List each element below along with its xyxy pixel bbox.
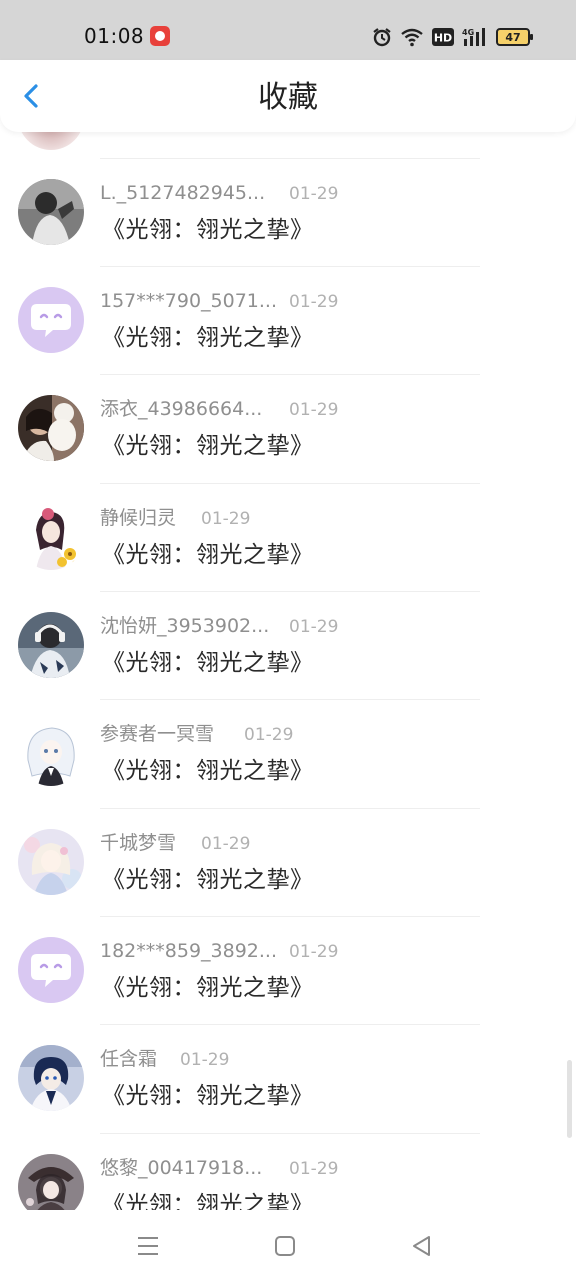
avatar — [18, 287, 84, 353]
item-title[interactable]: 《光翎：翎光之挚》 — [102, 215, 314, 245]
item-title[interactable]: 《光翎：翎光之挚》 — [102, 648, 314, 678]
list-item[interactable]: 182***859_3892... 01-29 《光翎：翎光之挚》 — [0, 917, 576, 1025]
item-name: 静候归灵 — [100, 507, 177, 529]
item-title[interactable]: 《光翎：翎光之挚》 — [102, 323, 314, 353]
scrollbar-thumb[interactable] — [567, 1060, 572, 1138]
item-date: 01-29 — [289, 400, 339, 420]
header: 收藏 — [0, 60, 576, 132]
4g-signal-icon: 4G — [462, 28, 485, 46]
battery-icon: 47 — [496, 28, 533, 46]
avatar — [18, 1045, 84, 1111]
item-name: 沈怡妍_3953902... — [100, 615, 270, 637]
avatar — [18, 179, 84, 245]
item-name: L._5127482945... — [100, 182, 266, 204]
list-item[interactable]: 157***790_5071... 01-29 《光翎：翎光之挚》 — [0, 267, 576, 375]
item-name: 参赛者一冥雪 — [100, 723, 215, 745]
item-title[interactable]: 《光翎：翎光之挚》 — [102, 540, 314, 570]
avatar — [18, 132, 84, 150]
list-item[interactable]: 沈怡妍_3953902... 01-29 《光翎：翎光之挚》 — [0, 592, 576, 700]
back-triangle-icon[interactable] — [408, 1232, 436, 1260]
item-date: 01-29 — [201, 509, 251, 529]
svg-text:4G: 4G — [462, 28, 474, 37]
avatar — [18, 395, 84, 461]
avatar — [18, 937, 84, 1003]
system-nav-bar — [0, 1210, 576, 1280]
item-name: 添衣_43986664... — [100, 398, 263, 420]
item-date: 01-29 — [180, 1050, 230, 1070]
menu-icon[interactable] — [134, 1232, 162, 1260]
list-item[interactable]: 悠黎_00417918... 01-29 《光翎：翎光之挚》 — [0, 1134, 576, 1210]
page-title: 收藏 — [258, 80, 318, 115]
status-icons: HD 4G 47 — [372, 26, 533, 48]
list-item[interactable]: L._5127482945... 01-29 《光翎：翎光之挚》 — [0, 159, 576, 267]
list-item[interactable]: 参赛者一冥雪 01-29 《光翎：翎光之挚》 — [0, 700, 576, 808]
list-item[interactable]: 添衣_43986664... 01-29 《光翎：翎光之挚》 — [0, 375, 576, 483]
status-time: 01:08 — [84, 24, 145, 48]
item-date: 01-29 — [289, 617, 339, 637]
item-name: 任含霜 — [100, 1048, 158, 1070]
app-notification-icon — [150, 26, 170, 46]
item-date: 01-29 — [289, 942, 339, 962]
item-name: 悠黎_00417918... — [100, 1157, 263, 1179]
hd-icon: HD — [432, 28, 454, 46]
item-date: 01-29 — [201, 834, 251, 854]
list-item[interactable]: 千城梦雪 01-29 《光翎：翎光之挚》 — [0, 809, 576, 917]
alarm-icon — [373, 28, 391, 47]
default-chat-icon — [31, 304, 71, 337]
list-item[interactable]: 静候归灵 01-29 《光翎：翎光之挚》 — [0, 484, 576, 592]
home-square-icon[interactable] — [271, 1232, 299, 1260]
avatar — [18, 1154, 84, 1210]
avatar — [18, 612, 84, 678]
item-date: 01-29 — [289, 184, 339, 204]
avatar — [18, 720, 84, 786]
item-date: 01-29 — [244, 725, 294, 745]
item-name: 182***859_3892... — [100, 940, 278, 962]
wifi-icon — [401, 28, 423, 47]
svg-text:HD: HD — [434, 32, 452, 45]
item-title[interactable]: 《光翎：翎光之挚》 — [102, 973, 314, 1003]
list-item[interactable]: 任含霜 01-29 《光翎：翎光之挚》 — [0, 1025, 576, 1133]
default-chat-icon — [31, 954, 71, 987]
item-title[interactable]: 《光翎：翎光之挚》 — [102, 865, 314, 895]
favorites-list[interactable]: L._5127482945... 01-29 《光翎：翎光之挚》 157***7… — [0, 132, 576, 1210]
avatar — [18, 829, 84, 895]
item-name: 157***790_5071... — [100, 290, 278, 312]
item-title[interactable]: 《光翎：翎光之挚》 — [102, 1190, 314, 1210]
item-date: 01-29 — [289, 292, 339, 312]
status-bar: 01:08 HD 4G 47 — [0, 0, 576, 60]
item-date: 01-29 — [289, 1159, 339, 1179]
avatar — [18, 504, 84, 570]
item-name: 千城梦雪 — [100, 832, 177, 854]
item-title[interactable]: 《光翎：翎光之挚》 — [102, 1081, 314, 1111]
battery-level: 47 — [505, 30, 521, 44]
item-title[interactable]: 《光翎：翎光之挚》 — [102, 756, 314, 786]
item-title[interactable]: 《光翎：翎光之挚》 — [102, 431, 314, 461]
